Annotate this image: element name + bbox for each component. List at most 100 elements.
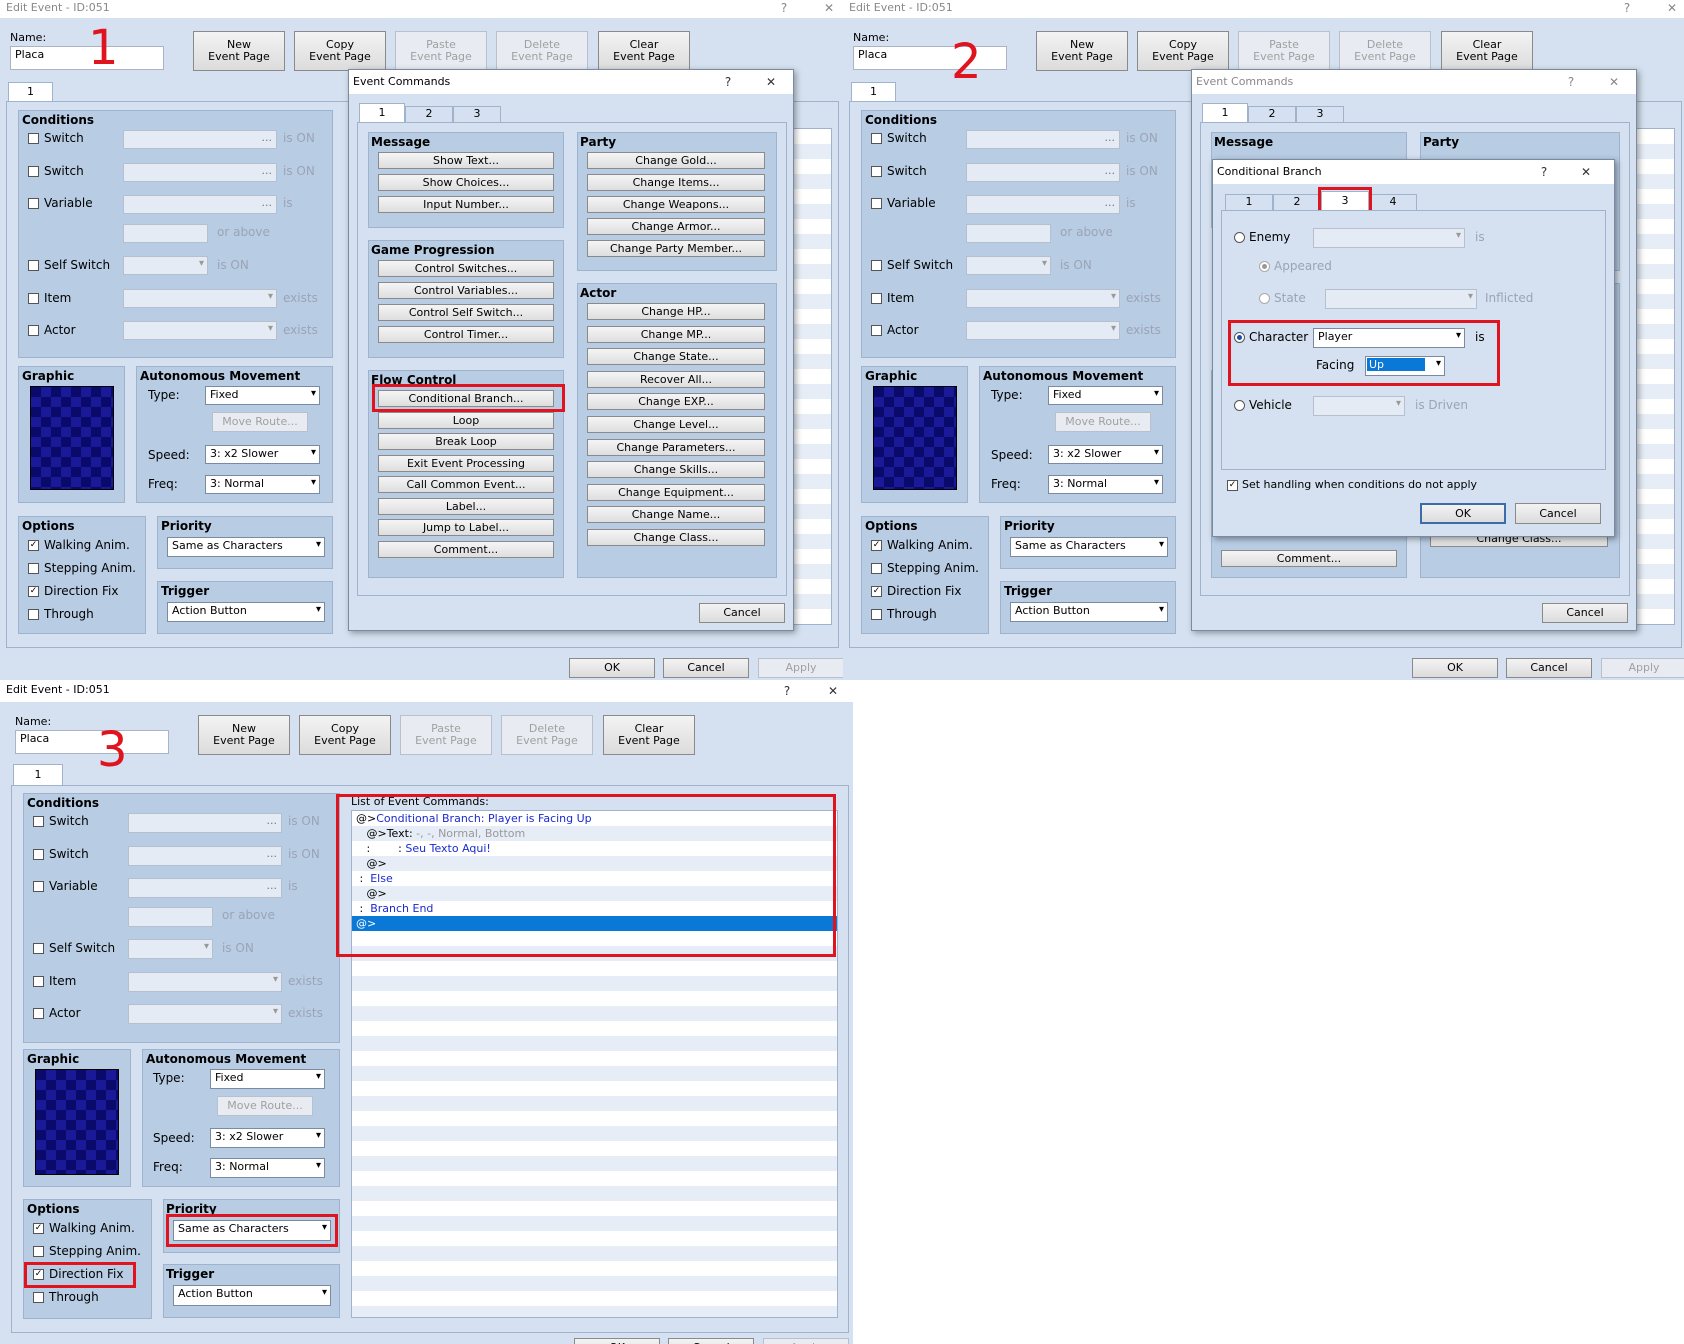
- switch1-field[interactable]: ...: [966, 130, 1120, 149]
- state-select[interactable]: [1325, 289, 1477, 309]
- event-commands-list[interactable]: [790, 128, 832, 625]
- change-level-button[interactable]: Change Level...: [587, 416, 765, 433]
- close-icon[interactable]: ✕: [1577, 164, 1595, 182]
- change-skills-button[interactable]: Change Skills...: [587, 461, 765, 479]
- ec-tab-2[interactable]: 2: [405, 106, 453, 123]
- vehicle-radio[interactable]: [1234, 400, 1245, 411]
- actor-checkbox[interactable]: [28, 325, 39, 336]
- new-event-page-button[interactable]: New Event Page: [198, 715, 290, 755]
- walking-checkbox[interactable]: ✓: [871, 540, 882, 551]
- enemy-select[interactable]: [1313, 228, 1465, 248]
- freq-select[interactable]: 3: Normal: [205, 475, 320, 494]
- switch1-checkbox[interactable]: [871, 133, 882, 144]
- speed-select[interactable]: 3: x2 Slower: [210, 1128, 325, 1148]
- actor-checkbox[interactable]: [871, 325, 882, 336]
- priority-select[interactable]: Same as Characters: [1010, 537, 1168, 557]
- self-switch-select[interactable]: [123, 256, 208, 275]
- through-checkbox[interactable]: [28, 609, 39, 620]
- priority-select[interactable]: Same as Characters: [167, 537, 325, 557]
- freq-select[interactable]: 3: Normal: [1048, 475, 1163, 494]
- through-checkbox[interactable]: [33, 1292, 44, 1303]
- change-armor-button[interactable]: Change Armor...: [587, 218, 765, 235]
- ec-cancel-button[interactable]: Cancel: [699, 603, 785, 623]
- item-checkbox[interactable]: [28, 293, 39, 304]
- variable-value-spinner[interactable]: [128, 907, 213, 927]
- input-number-button[interactable]: Input Number...: [378, 196, 554, 213]
- change-mp-button[interactable]: Change MP...: [587, 325, 765, 343]
- paste-event-page-button[interactable]: Paste Event Page: [1238, 31, 1330, 71]
- cb-tab-1[interactable]: 1: [1225, 194, 1273, 211]
- help-icon[interactable]: ?: [1535, 164, 1553, 182]
- copy-event-page-button[interactable]: Copy Event Page: [1137, 31, 1229, 71]
- ok-button[interactable]: OK: [1412, 658, 1498, 678]
- actor-checkbox[interactable]: [33, 1008, 44, 1019]
- change-equipment-button[interactable]: Change Equipment...: [587, 483, 765, 501]
- actor-select[interactable]: [128, 1004, 282, 1024]
- self-switch-checkbox[interactable]: [33, 943, 44, 954]
- stepping-checkbox[interactable]: [33, 1246, 44, 1257]
- show-choices-button[interactable]: Show Choices...: [378, 174, 554, 191]
- switch1-checkbox[interactable]: [33, 816, 44, 827]
- variable-checkbox[interactable]: [871, 198, 882, 209]
- walking-checkbox[interactable]: ✓: [28, 540, 39, 551]
- copy-event-page-button[interactable]: Copy Event Page: [299, 715, 391, 755]
- change-party-member-button[interactable]: Change Party Member...: [587, 240, 765, 257]
- freq-select[interactable]: 3: Normal: [210, 1158, 325, 1178]
- event-commands-list[interactable]: [1633, 128, 1675, 625]
- name-field[interactable]: Placa: [15, 730, 169, 754]
- ec-cancel-button[interactable]: Cancel: [1542, 603, 1628, 623]
- delete-event-page-button[interactable]: Delete Event Page: [496, 31, 588, 71]
- change-exp-button[interactable]: Change EXP...: [587, 393, 765, 411]
- call-common-event-button[interactable]: Call Common Event...: [378, 476, 554, 493]
- ec-tab-1[interactable]: 1: [359, 103, 405, 123]
- item-select[interactable]: [966, 289, 1120, 308]
- control-switches-button[interactable]: Control Switches...: [378, 260, 554, 277]
- paste-event-page-button[interactable]: Paste Event Page: [395, 31, 487, 71]
- item-checkbox[interactable]: [871, 293, 882, 304]
- help-icon[interactable]: ?: [778, 683, 796, 701]
- ec-tab-2[interactable]: 2: [1248, 106, 1296, 123]
- graphic-preview[interactable]: [873, 386, 957, 490]
- switch2-checkbox[interactable]: [28, 166, 39, 177]
- exit-event-processing-button[interactable]: Exit Event Processing: [378, 454, 554, 472]
- recover-all-button[interactable]: Recover All...: [587, 370, 765, 388]
- self-switch-checkbox[interactable]: [871, 260, 882, 271]
- apply-button[interactable]: Apply: [1601, 658, 1684, 678]
- variable-field[interactable]: ...: [128, 878, 282, 898]
- cb-tab-2[interactable]: 2: [1273, 194, 1321, 211]
- ok-button[interactable]: OK: [574, 1338, 660, 1344]
- new-event-page-button[interactable]: New Event Page: [1036, 31, 1128, 71]
- appeared-radio[interactable]: [1259, 261, 1270, 272]
- graphic-preview[interactable]: [35, 1069, 119, 1175]
- apply-button[interactable]: Apply: [758, 658, 844, 678]
- break-loop-button[interactable]: Break Loop: [378, 433, 554, 450]
- trigger-select[interactable]: Action Button: [1010, 602, 1168, 622]
- else-checkbox[interactable]: ✓: [1227, 480, 1238, 491]
- change-parameters-button[interactable]: Change Parameters...: [587, 438, 765, 456]
- through-checkbox[interactable]: [871, 609, 882, 620]
- page-tab-1[interactable]: 1: [851, 82, 896, 102]
- delete-event-page-button[interactable]: Delete Event Page: [1339, 31, 1431, 71]
- help-icon[interactable]: ?: [1562, 74, 1580, 92]
- cb-cancel-button[interactable]: Cancel: [1515, 503, 1601, 524]
- move-route-button[interactable]: Move Route...: [1055, 412, 1151, 432]
- direction-fix-checkbox[interactable]: ✓: [871, 586, 882, 597]
- control-timer-button[interactable]: Control Timer...: [378, 326, 554, 343]
- jump-to-label-button[interactable]: Jump to Label...: [378, 519, 554, 536]
- ok-button[interactable]: OK: [569, 658, 655, 678]
- item-select[interactable]: [123, 289, 277, 308]
- change-gold-button[interactable]: Change Gold...: [587, 152, 765, 169]
- cancel-button[interactable]: Cancel: [663, 658, 749, 678]
- self-switch-select[interactable]: [128, 939, 213, 959]
- change-hp-button[interactable]: Change HP...: [587, 303, 765, 320]
- change-class-button[interactable]: Change Class...: [587, 529, 765, 546]
- trigger-select[interactable]: Action Button: [167, 602, 325, 622]
- change-weapons-button[interactable]: Change Weapons...: [587, 196, 765, 213]
- name-field[interactable]: Placa: [10, 46, 164, 70]
- state-radio[interactable]: [1259, 293, 1270, 304]
- delete-event-page-button[interactable]: Delete Event Page: [501, 715, 593, 755]
- paste-event-page-button[interactable]: Paste Event Page: [400, 715, 492, 755]
- direction-fix-checkbox[interactable]: ✓: [28, 586, 39, 597]
- item-checkbox[interactable]: [33, 976, 44, 987]
- copy-event-page-button[interactable]: Copy Event Page: [294, 31, 386, 71]
